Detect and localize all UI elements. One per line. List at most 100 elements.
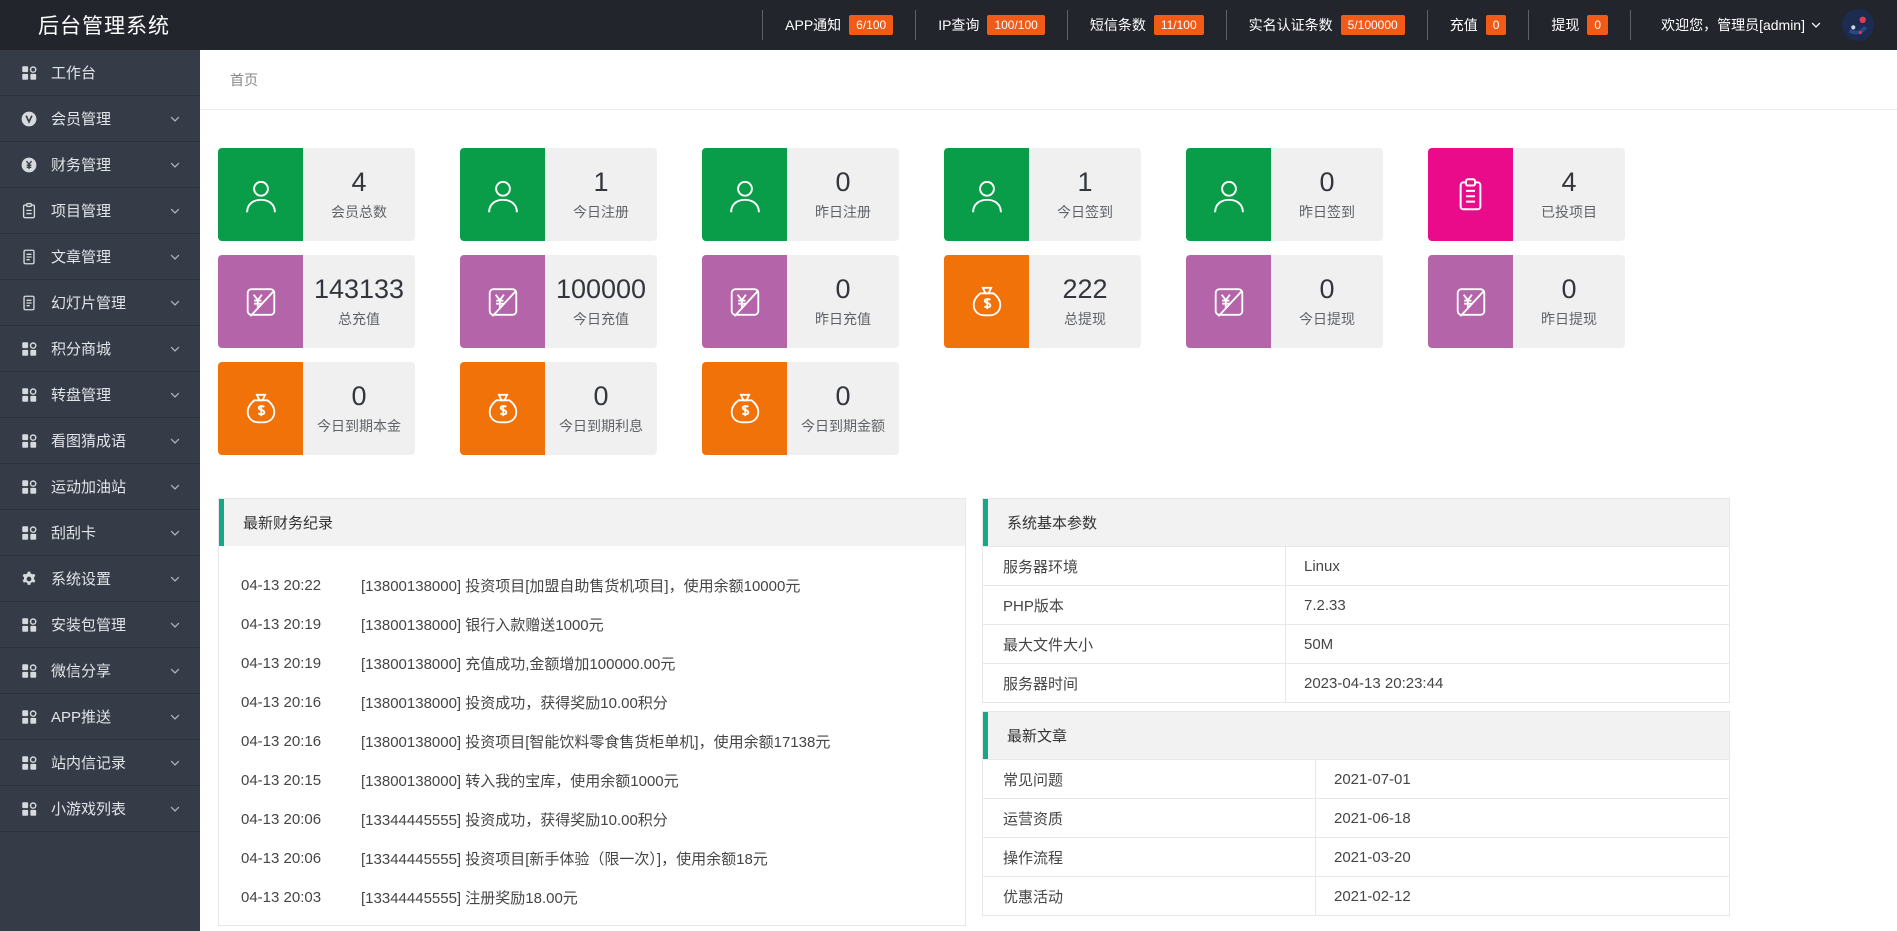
sidebar-item[interactable]: 文章管理 [0,234,200,280]
finance-record: 04-13 20:16 [13800138000] 投资项目[智能饮料零食售货柜… [241,722,965,761]
article-date: 2021-06-18 [1334,809,1411,827]
moneybag-icon [460,362,545,455]
user-menu[interactable]: 欢迎您，管理员[admin] [1630,10,1841,40]
stat-card[interactable]: 4 会员总数 [218,148,415,241]
chevron-down-icon [168,756,182,770]
chevron-down-icon [168,388,182,402]
sidebar-item[interactable]: 转盘管理 [0,372,200,418]
table-row[interactable]: 运营资质 2021-06-18 [983,798,1729,837]
stat-card[interactable]: 0 今日到期本金 [218,362,415,455]
topbar-stat[interactable]: 充值 0 [1426,10,1529,40]
breadcrumb[interactable]: 首页 [230,72,258,88]
user-icon [702,148,787,241]
stat-label: 总提现 [1064,310,1106,327]
stat-card-body: 0 今日到期金额 [787,362,899,455]
topbar-stat[interactable]: 短信条数 11/100 [1066,10,1226,40]
sidebar-item[interactable]: 系统设置 [0,556,200,602]
grid-icon [20,524,38,542]
finance-record: 04-13 20:19 [13800138000] 银行入款赠送1000元 [241,605,965,644]
gear-icon [20,570,38,588]
article-title[interactable]: 操作流程 [983,838,1316,876]
stat-card-body: 0 昨日签到 [1271,148,1383,241]
grid-icon [20,432,38,450]
stat-card-body: 0 今日到期本金 [303,362,415,455]
sidebar-item[interactable]: 幻灯片管理 [0,280,200,326]
stat-card[interactable]: 4 已投项目 [1428,148,1625,241]
stat-card[interactable]: 222 总提现 [944,255,1141,348]
sidebar-item[interactable]: 运动加油站 [0,464,200,510]
table-row[interactable]: 常见问题 2021-07-01 [983,759,1729,798]
sidebar-item-label: 幻灯片管理 [51,295,127,312]
sidebar-item[interactable]: 看图猜成语 [0,418,200,464]
sidebar-item-label: 看图猜成语 [51,433,127,450]
sidebar-item-label: 安装包管理 [51,617,127,634]
stat-card[interactable]: 0 昨日提现 [1428,255,1625,348]
sidebar-item-label: 运动加油站 [51,479,127,496]
record-text: [13800138000] 转入我的宝库，使用余额1000元 [361,773,679,790]
topbar-stat[interactable]: APP通知 6/100 [762,10,915,40]
article-title[interactable]: 运营资质 [983,799,1316,837]
topbar-stat[interactable]: IP查询 100/100 [915,10,1067,40]
chevron-down-icon [168,710,182,724]
stat-card-body: 0 昨日充值 [787,255,899,348]
stat-value: 143133 [313,274,405,305]
chevron-down-icon [168,618,182,632]
stat-cards: 4 会员总数 1 今日注册 0 昨日注册 1 今日签到 0 昨日签到 4 已投项… [218,148,1638,455]
finance-record: 04-13 20:06 [13344445555] 投资项目[新手体验（限一次）… [241,839,965,878]
record-text: [13800138000] 充值成功,金额增加100000.00元 [361,656,676,673]
sidebar-item[interactable]: 站内信记录 [0,740,200,786]
sidebar-item[interactable]: 积分商城 [0,326,200,372]
stat-card[interactable]: 143133 总充值 [218,255,415,348]
article-title[interactable]: 常见问题 [983,760,1316,798]
sidebar-item[interactable]: 财务管理 [0,142,200,188]
stat-card[interactable]: 0 今日到期利息 [460,362,657,455]
stat-label: 今日签到 [1057,203,1113,220]
stat-card[interactable]: 0 今日提现 [1186,255,1383,348]
stat-card-body: 0 今日提现 [1271,255,1383,348]
sidebar-item[interactable]: 小游戏列表 [0,786,200,832]
finance-record: 04-13 20:19 [13800138000] 充值成功,金额增加10000… [241,644,965,683]
stat-card-body: 0 昨日注册 [787,148,899,241]
article-date: 2021-07-01 [1334,770,1411,788]
user-icon [944,148,1029,241]
stat-value: 0 [1319,167,1335,198]
topbar-stat-label: 短信条数 [1089,17,1146,33]
stat-card[interactable]: 0 今日到期金额 [702,362,899,455]
topbar-stat[interactable]: 提现 0 [1528,10,1630,40]
stat-card[interactable]: 0 昨日签到 [1186,148,1383,241]
topbar-stat[interactable]: 实名认证条数 5/100000 [1225,10,1427,40]
chevron-down-icon [168,572,182,586]
sidebar-item[interactable]: 会员管理 [0,96,200,142]
chevron-down-icon [168,526,182,540]
stat-value: 0 [835,381,851,412]
sidebar-item[interactable]: 安装包管理 [0,602,200,648]
stat-label: 昨日签到 [1299,203,1355,220]
chevron-down-icon [168,112,182,126]
stat-card[interactable]: 100000 今日充值 [460,255,657,348]
yen-circle-icon [20,156,38,174]
record-time: 04-13 20:06 [241,811,322,828]
recharge-icon [460,255,545,348]
stat-card[interactable]: 0 昨日充值 [702,255,899,348]
stat-card[interactable]: 1 今日签到 [944,148,1141,241]
stat-value: 0 [835,274,851,305]
sidebar-item[interactable]: 工作台 [0,50,200,96]
avatar[interactable] [1841,8,1875,42]
article-title[interactable]: 优惠活动 [983,877,1316,915]
record-text: [13800138000] 投资项目[加盟自助售货机项目]，使用余额10000元 [361,578,801,595]
sidebar-item[interactable]: APP推送 [0,694,200,740]
stat-card[interactable]: 0 昨日注册 [702,148,899,241]
record-time: 04-13 20:03 [241,889,322,906]
article-date: 2021-03-20 [1334,848,1411,866]
stat-card[interactable]: 1 今日注册 [460,148,657,241]
chevron-down-icon [168,158,182,172]
table-row[interactable]: 操作流程 2021-03-20 [983,837,1729,876]
moneybag-icon [702,362,787,455]
topbar-stats: APP通知 6/100 IP查询 100/100 短信条数 11/100 实名认… [762,10,1630,40]
sidebar-item[interactable]: 项目管理 [0,188,200,234]
recharge-icon [1186,255,1271,348]
sidebar-item[interactable]: 刮刮卡 [0,510,200,556]
record-time: 04-13 20:06 [241,850,322,867]
table-row[interactable]: 优惠活动 2021-02-12 [983,876,1729,915]
sidebar-item[interactable]: 微信分享 [0,648,200,694]
